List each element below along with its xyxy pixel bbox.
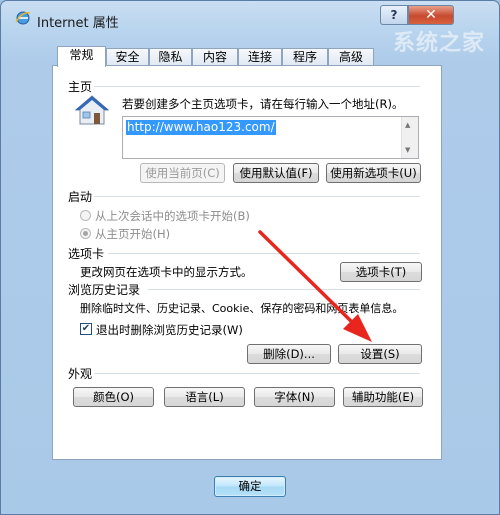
tab-content[interactable]: 内容 [192, 48, 238, 66]
home-page-input[interactable]: http://www.hao123.com/ ▲ ▼ [122, 116, 419, 159]
tab-programs[interactable]: 程序 [282, 48, 328, 66]
ok-button[interactable]: 确定 [214, 476, 286, 497]
url-scrollbar[interactable]: ▲ ▼ [401, 117, 418, 158]
delete-history-button[interactable]: 删除(D)... [247, 344, 331, 364]
fonts-button[interactable]: 字体(N) [254, 387, 335, 407]
accessibility-button[interactable]: 辅助功能(E) [343, 387, 423, 407]
divider [148, 289, 420, 290]
radio-start-home-label: 从主页开始(H) [95, 227, 171, 241]
radio-last-session[interactable] [80, 210, 91, 221]
radio-start-home[interactable] [80, 228, 91, 239]
colors-button[interactable]: 颜色(O) [73, 387, 154, 407]
window-title: Internet 属性 [37, 16, 119, 31]
history-description: 删除临时文件、历史记录、Cookie、保存的密码和网页表单信息。 [80, 302, 404, 315]
home-section-title: 主页 [68, 80, 93, 94]
use-current-button[interactable]: 使用当前页(C) [140, 163, 225, 183]
internet-explorer-icon [15, 11, 31, 25]
startup-section-title: 启动 [68, 190, 93, 204]
help-button[interactable]: ? [380, 5, 408, 25]
home-instruction: 若要创建多个主页选项卡，请在每行输入一个地址(R)。 [122, 97, 404, 111]
tabs-section-title: 选项卡 [68, 247, 105, 261]
languages-button[interactable]: 语言(L) [164, 387, 245, 407]
tabs-settings-button[interactable]: 选项卡(T) [340, 262, 422, 282]
appearance-section-title: 外观 [68, 367, 93, 381]
tab-privacy[interactable]: 隐私 [149, 48, 192, 66]
tab-security[interactable]: 安全 [106, 48, 149, 66]
history-settings-button[interactable]: 设置(S) [338, 344, 422, 364]
divider [94, 196, 420, 197]
radio-last-session-label: 从上次会话中的选项卡开始(B) [95, 209, 250, 223]
close-button[interactable]: ✕ [408, 5, 454, 25]
divider [94, 86, 420, 87]
delete-on-exit-label: 退出时删除浏览历史记录(W) [96, 323, 243, 337]
internet-properties-window: Internet 属性 ? ✕ 系统之家 常规 安全 隐私 内容 连接 程序 高… [0, 0, 500, 515]
use-default-button[interactable]: 使用默认值(F) [233, 163, 319, 183]
home-icon [74, 95, 110, 125]
delete-on-exit-checkbox[interactable]: ✔ [80, 323, 92, 335]
tab-advanced[interactable]: 高级 [328, 48, 374, 66]
divider [108, 253, 420, 254]
tab-connections[interactable]: 连接 [238, 48, 282, 66]
divider [94, 373, 420, 374]
home-page-url: http://www.hao123.com/ [126, 120, 276, 135]
use-new-tab-button[interactable]: 使用新选项卡(U) [326, 163, 421, 183]
tabs-description: 更改网页在选项卡中的显示方式。 [80, 265, 253, 279]
scroll-down-icon[interactable]: ▼ [405, 146, 410, 154]
scroll-up-icon[interactable]: ▲ [405, 121, 410, 129]
watermark: 系统之家 [392, 31, 485, 56]
history-section-title: 浏览历史记录 [68, 283, 141, 297]
tab-general[interactable]: 常规 [57, 46, 106, 67]
